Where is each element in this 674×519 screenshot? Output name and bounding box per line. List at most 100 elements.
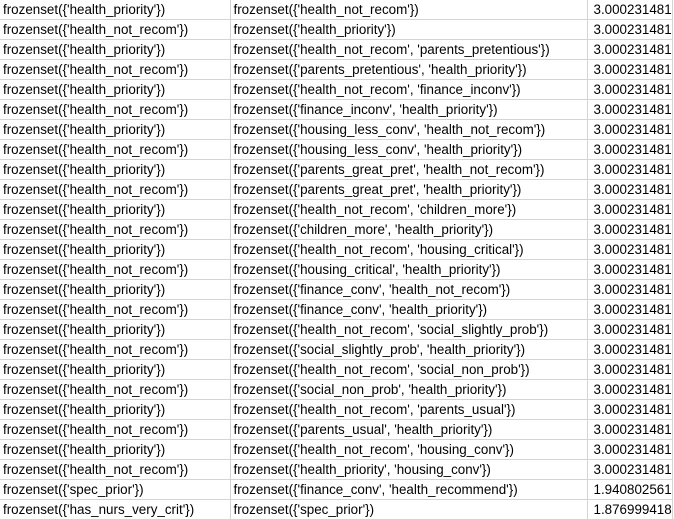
antecedent-cell[interactable]: frozenset({'health_not_recom'}) [0, 139, 231, 160]
antecedent-cell[interactable]: frozenset({'health_priority'}) [0, 0, 231, 20]
table-row[interactable]: frozenset({'health_priority'}) frozenset… [0, 0, 673, 20]
consequent-cell[interactable]: frozenset({'health_not_recom', 'social_s… [230, 319, 588, 340]
table-row[interactable]: frozenset({'health_priority'}) frozenset… [0, 359, 673, 380]
consequent-cell[interactable]: frozenset({'health_not_recom', 'finance_… [230, 79, 588, 100]
consequent-cell[interactable]: frozenset({'finance_conv', 'health_recom… [230, 479, 588, 500]
table-row[interactable]: frozenset({'health_not_recom'}) frozense… [0, 19, 673, 40]
table-row[interactable]: frozenset({'health_not_recom'}) frozense… [0, 219, 673, 240]
antecedent-cell[interactable]: frozenset({'health_not_recom'}) [0, 59, 231, 80]
value-cell[interactable]: 3.000231481 [587, 259, 673, 280]
consequent-cell[interactable]: frozenset({'health_not_recom', 'housing_… [230, 239, 588, 260]
table-row[interactable]: frozenset({'health_priority'}) frozenset… [0, 439, 673, 460]
antecedent-cell[interactable]: frozenset({'health_not_recom'}) [0, 99, 231, 120]
consequent-cell[interactable]: frozenset({'health_not_recom', 'children… [230, 199, 588, 220]
antecedent-cell[interactable]: frozenset({'health_priority'}) [0, 399, 231, 420]
value-cell[interactable]: 3.000231481 [587, 459, 673, 480]
antecedent-cell[interactable]: frozenset({'health_priority'}) [0, 79, 231, 100]
consequent-cell[interactable]: frozenset({'spec_prior'}) [230, 499, 588, 519]
value-cell[interactable]: 3.000231481 [587, 199, 673, 220]
consequent-cell[interactable]: frozenset({'parents_usual', 'health_prio… [230, 419, 588, 440]
consequent-cell[interactable]: frozenset({'parents_great_pret', 'health… [230, 159, 588, 180]
table-row[interactable]: frozenset({'health_priority'}) frozenset… [0, 399, 673, 420]
antecedent-cell[interactable]: frozenset({'health_not_recom'}) [0, 419, 231, 440]
value-cell[interactable]: 3.000231481 [587, 439, 673, 460]
antecedent-cell[interactable]: frozenset({'health_priority'}) [0, 439, 231, 460]
table-row[interactable]: frozenset({'health_priority'}) frozenset… [0, 119, 673, 140]
consequent-cell[interactable]: frozenset({'health_not_recom', 'parents_… [230, 39, 588, 60]
antecedent-cell[interactable]: frozenset({'health_priority'}) [0, 199, 231, 220]
antecedent-cell[interactable]: frozenset({'health_not_recom'}) [0, 459, 231, 480]
table-row[interactable]: frozenset({'health_priority'}) frozenset… [0, 39, 673, 60]
consequent-cell[interactable]: frozenset({'finance_inconv', 'health_pri… [230, 99, 588, 120]
table-row[interactable]: frozenset({'health_not_recom'}) frozense… [0, 419, 673, 440]
consequent-cell[interactable]: frozenset({'finance_conv', 'health_prior… [230, 299, 588, 320]
consequent-cell[interactable]: frozenset({'health_not_recom', 'parents_… [230, 399, 588, 420]
value-cell[interactable]: 3.000231481 [587, 19, 673, 40]
value-cell[interactable]: 1.940802561 [587, 479, 673, 500]
antecedent-cell[interactable]: frozenset({'health_not_recom'}) [0, 19, 231, 40]
value-cell[interactable]: 1.876999418 [587, 499, 673, 519]
value-cell[interactable]: 3.000231481 [587, 279, 673, 300]
antecedent-cell[interactable]: frozenset({'health_priority'}) [0, 119, 231, 140]
value-cell[interactable]: 3.000231481 [587, 79, 673, 100]
antecedent-cell[interactable]: frozenset({'has_nurs_very_crit'}) [0, 499, 231, 519]
antecedent-cell[interactable]: frozenset({'health_not_recom'}) [0, 299, 231, 320]
value-cell[interactable]: 3.000231481 [587, 319, 673, 340]
antecedent-cell[interactable]: frozenset({'spec_prior'}) [0, 479, 231, 500]
consequent-cell[interactable]: frozenset({'social_non_prob', 'health_pr… [230, 379, 588, 400]
consequent-cell[interactable]: frozenset({'housing_less_conv', 'health_… [230, 119, 588, 140]
consequent-cell[interactable]: frozenset({'housing_critical', 'health_p… [230, 259, 588, 280]
antecedent-cell[interactable]: frozenset({'health_not_recom'}) [0, 179, 231, 200]
antecedent-cell[interactable]: frozenset({'health_not_recom'}) [0, 219, 231, 240]
value-cell[interactable]: 3.000231481 [587, 179, 673, 200]
table-row[interactable]: frozenset({'health_not_recom'}) frozense… [0, 59, 673, 80]
table-row[interactable]: frozenset({'health_priority'}) frozenset… [0, 199, 673, 220]
table-row[interactable]: frozenset({'health_not_recom'}) frozense… [0, 379, 673, 400]
consequent-cell[interactable]: frozenset({'health_not_recom', 'housing_… [230, 439, 588, 460]
antecedent-cell[interactable]: frozenset({'health_priority'}) [0, 159, 231, 180]
value-cell[interactable]: 3.000231481 [587, 419, 673, 440]
consequent-cell[interactable]: frozenset({'health_priority'}) [230, 19, 588, 40]
table-row[interactable]: frozenset({'health_priority'}) frozenset… [0, 239, 673, 260]
value-cell[interactable]: 3.000231481 [587, 39, 673, 60]
value-cell[interactable]: 3.000231481 [587, 119, 673, 140]
consequent-cell[interactable]: frozenset({'finance_conv', 'health_not_r… [230, 279, 588, 300]
table-row[interactable]: frozenset({'spec_prior'}) frozenset({'fi… [0, 479, 673, 500]
consequent-cell[interactable]: frozenset({'health_not_recom'}) [230, 0, 588, 20]
table-row[interactable]: frozenset({'health_not_recom'}) frozense… [0, 339, 673, 360]
value-cell[interactable]: 3.000231481 [587, 359, 673, 380]
antecedent-cell[interactable]: frozenset({'health_priority'}) [0, 319, 231, 340]
consequent-cell[interactable]: frozenset({'parents_great_pret', 'health… [230, 179, 588, 200]
antecedent-cell[interactable]: frozenset({'health_priority'}) [0, 359, 231, 380]
table-row[interactable]: frozenset({'has_nurs_very_crit'}) frozen… [0, 499, 673, 519]
consequent-cell[interactable]: frozenset({'parents_pretentious', 'healt… [230, 59, 588, 80]
table-row[interactable]: frozenset({'health_priority'}) frozenset… [0, 159, 673, 180]
value-cell[interactable]: 3.000231481 [587, 0, 673, 20]
value-cell[interactable]: 3.000231481 [587, 159, 673, 180]
table-row[interactable]: frozenset({'health_not_recom'}) frozense… [0, 139, 673, 160]
value-cell[interactable]: 3.000231481 [587, 399, 673, 420]
value-cell[interactable]: 3.000231481 [587, 379, 673, 400]
table-row[interactable]: frozenset({'health_not_recom'}) frozense… [0, 459, 673, 480]
consequent-cell[interactable]: frozenset({'children_more', 'health_prio… [230, 219, 588, 240]
antecedent-cell[interactable]: frozenset({'health_priority'}) [0, 239, 231, 260]
value-cell[interactable]: 3.000231481 [587, 339, 673, 360]
value-cell[interactable]: 3.000231481 [587, 239, 673, 260]
value-cell[interactable]: 3.000231481 [587, 99, 673, 120]
value-cell[interactable]: 3.000231481 [587, 299, 673, 320]
table-row[interactable]: frozenset({'health_priority'}) frozenset… [0, 319, 673, 340]
table-row[interactable]: frozenset({'health_not_recom'}) frozense… [0, 299, 673, 320]
antecedent-cell[interactable]: frozenset({'health_not_recom'}) [0, 339, 231, 360]
table-row[interactable]: frozenset({'health_not_recom'}) frozense… [0, 259, 673, 280]
table-row[interactable]: frozenset({'health_priority'}) frozenset… [0, 279, 673, 300]
consequent-cell[interactable]: frozenset({'housing_less_conv', 'health_… [230, 139, 588, 160]
antecedent-cell[interactable]: frozenset({'health_priority'}) [0, 39, 231, 60]
consequent-cell[interactable]: frozenset({'social_slightly_prob', 'heal… [230, 339, 588, 360]
value-cell[interactable]: 3.000231481 [587, 139, 673, 160]
antecedent-cell[interactable]: frozenset({'health_not_recom'}) [0, 259, 231, 280]
table-row[interactable]: frozenset({'health_not_recom'}) frozense… [0, 179, 673, 200]
table-row[interactable]: frozenset({'health_priority'}) frozenset… [0, 79, 673, 100]
antecedent-cell[interactable]: frozenset({'health_not_recom'}) [0, 379, 231, 400]
consequent-cell[interactable]: frozenset({'health_priority', 'housing_c… [230, 459, 588, 480]
value-cell[interactable]: 3.000231481 [587, 59, 673, 80]
